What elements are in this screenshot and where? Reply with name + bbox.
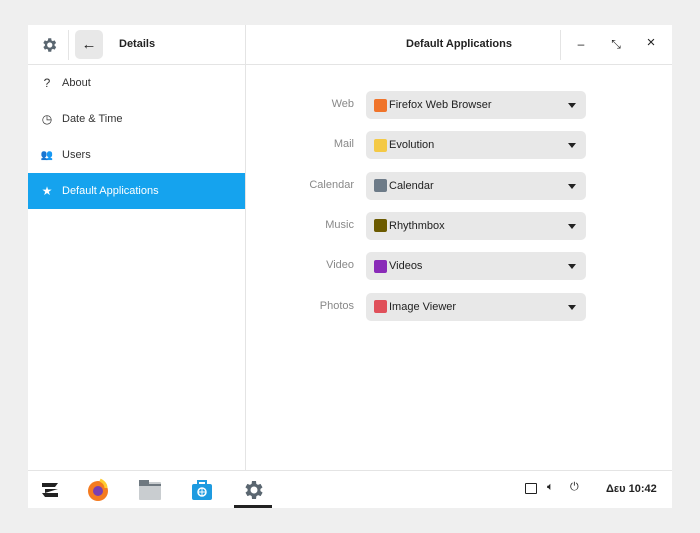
default-app-row: Video Videos — [247, 252, 672, 281]
dropdown-arrow-icon — [568, 304, 576, 310]
dropdown-arrow-icon — [568, 143, 576, 149]
default-app-label: Music — [325, 218, 354, 231]
divider — [68, 30, 69, 60]
default-app-label: Web — [331, 98, 354, 110]
default-app-dropdown[interactable]: Videos — [366, 252, 586, 281]
volume-icon[interactable]: 🔈︎ — [547, 481, 554, 494]
sidebar-item-default-applications[interactable]: ★ Default Applications — [28, 173, 245, 209]
default-app-row: Mail Evolution — [247, 131, 672, 160]
default-app-row: Photos Image Viewer — [247, 292, 672, 321]
restore-button[interactable]: ⤡ — [608, 37, 624, 52]
selected-app: Videos — [389, 260, 423, 273]
app-icon — [374, 300, 387, 313]
firefox-icon[interactable] — [86, 478, 110, 502]
sidebar-item-label: Default Applications — [62, 185, 159, 197]
default-app-label: Video — [326, 259, 354, 272]
default-app-dropdown[interactable]: Calendar — [366, 171, 586, 200]
divider — [560, 30, 561, 60]
default-app-row: Music Rhythmbox — [247, 211, 672, 240]
settings-window: ← Details Default Applications – ⤡ × ? Ab… — [28, 25, 672, 470]
app-icon — [374, 219, 387, 233]
minimize-button[interactable]: – — [573, 37, 589, 51]
page-title: Default Applications — [406, 38, 512, 50]
clock-icon: ◷ — [41, 112, 53, 126]
settings-app-icon[interactable] — [241, 478, 265, 502]
app-icon — [374, 98, 387, 112]
selected-app: Evolution — [389, 139, 435, 152]
app-icon — [374, 138, 387, 152]
sidebar-item-users[interactable]: 👥 Users — [28, 137, 245, 173]
default-app-dropdown[interactable]: Image Viewer — [366, 292, 586, 321]
default-app-label: Mail — [333, 138, 354, 151]
default-app-label: Photos — [319, 299, 354, 312]
zorin-menu-icon[interactable] — [38, 478, 62, 502]
back-button[interactable]: ← — [75, 30, 103, 59]
users-icon: 👥 — [40, 149, 54, 161]
gear-icon[interactable] — [40, 36, 58, 54]
default-app-row: Calendar Calendar — [247, 171, 672, 200]
active-app-indicator — [234, 505, 272, 508]
selected-app: Firefox Web Browser — [389, 99, 492, 111]
default-app-dropdown[interactable]: Rhythmbox — [366, 211, 586, 240]
default-app-dropdown[interactable]: Firefox Web Browser — [366, 91, 586, 119]
app-icon — [374, 179, 387, 193]
sidebar-item-label: Users — [62, 149, 91, 161]
star-icon: ★ — [41, 184, 53, 198]
default-app-row: Web Firefox Web Browser — [247, 91, 672, 119]
close-button[interactable]: × — [643, 34, 659, 51]
app-icon — [374, 259, 387, 273]
screen-icon[interactable] — [525, 483, 537, 494]
arrow-left-icon: ← — [81, 36, 97, 53]
dropdown-arrow-icon — [568, 264, 576, 270]
help-icon: ? — [43, 76, 51, 90]
dropdown-arrow-icon — [568, 103, 576, 108]
selected-app: Image Viewer — [389, 300, 457, 313]
dropdown-arrow-icon — [568, 183, 576, 189]
header-bar: ← Details Default Applications – ⤡ × — [28, 25, 672, 65]
software-store-icon[interactable] — [190, 478, 214, 502]
clock[interactable]: Δευ 10:42 — [606, 483, 657, 495]
dropdown-arrow-icon — [568, 223, 576, 229]
taskbar: 🔈︎ ⏻ Δευ 10:42 — [28, 470, 672, 508]
power-icon[interactable]: ⏻ — [570, 481, 579, 494]
default-app-label: Calendar — [309, 178, 354, 191]
sidebar-title: Details — [119, 38, 156, 50]
files-icon[interactable] — [138, 478, 162, 502]
selected-app: Calendar — [389, 179, 434, 192]
selected-app: Rhythmbox — [389, 219, 445, 232]
sidebar-item-label: Date & Time — [62, 113, 123, 125]
sidebar-header: ← Details — [28, 25, 246, 65]
default-app-dropdown[interactable]: Evolution — [366, 131, 586, 160]
sidebar-item-about[interactable]: ? About — [28, 65, 245, 101]
sidebar-item-label: About — [62, 77, 91, 89]
sidebar: ? About ◷ Date & Time 👥 Users ★ Default Appl… — [28, 65, 246, 470]
sidebar-item-date-time[interactable]: ◷ Date & Time — [28, 101, 245, 137]
